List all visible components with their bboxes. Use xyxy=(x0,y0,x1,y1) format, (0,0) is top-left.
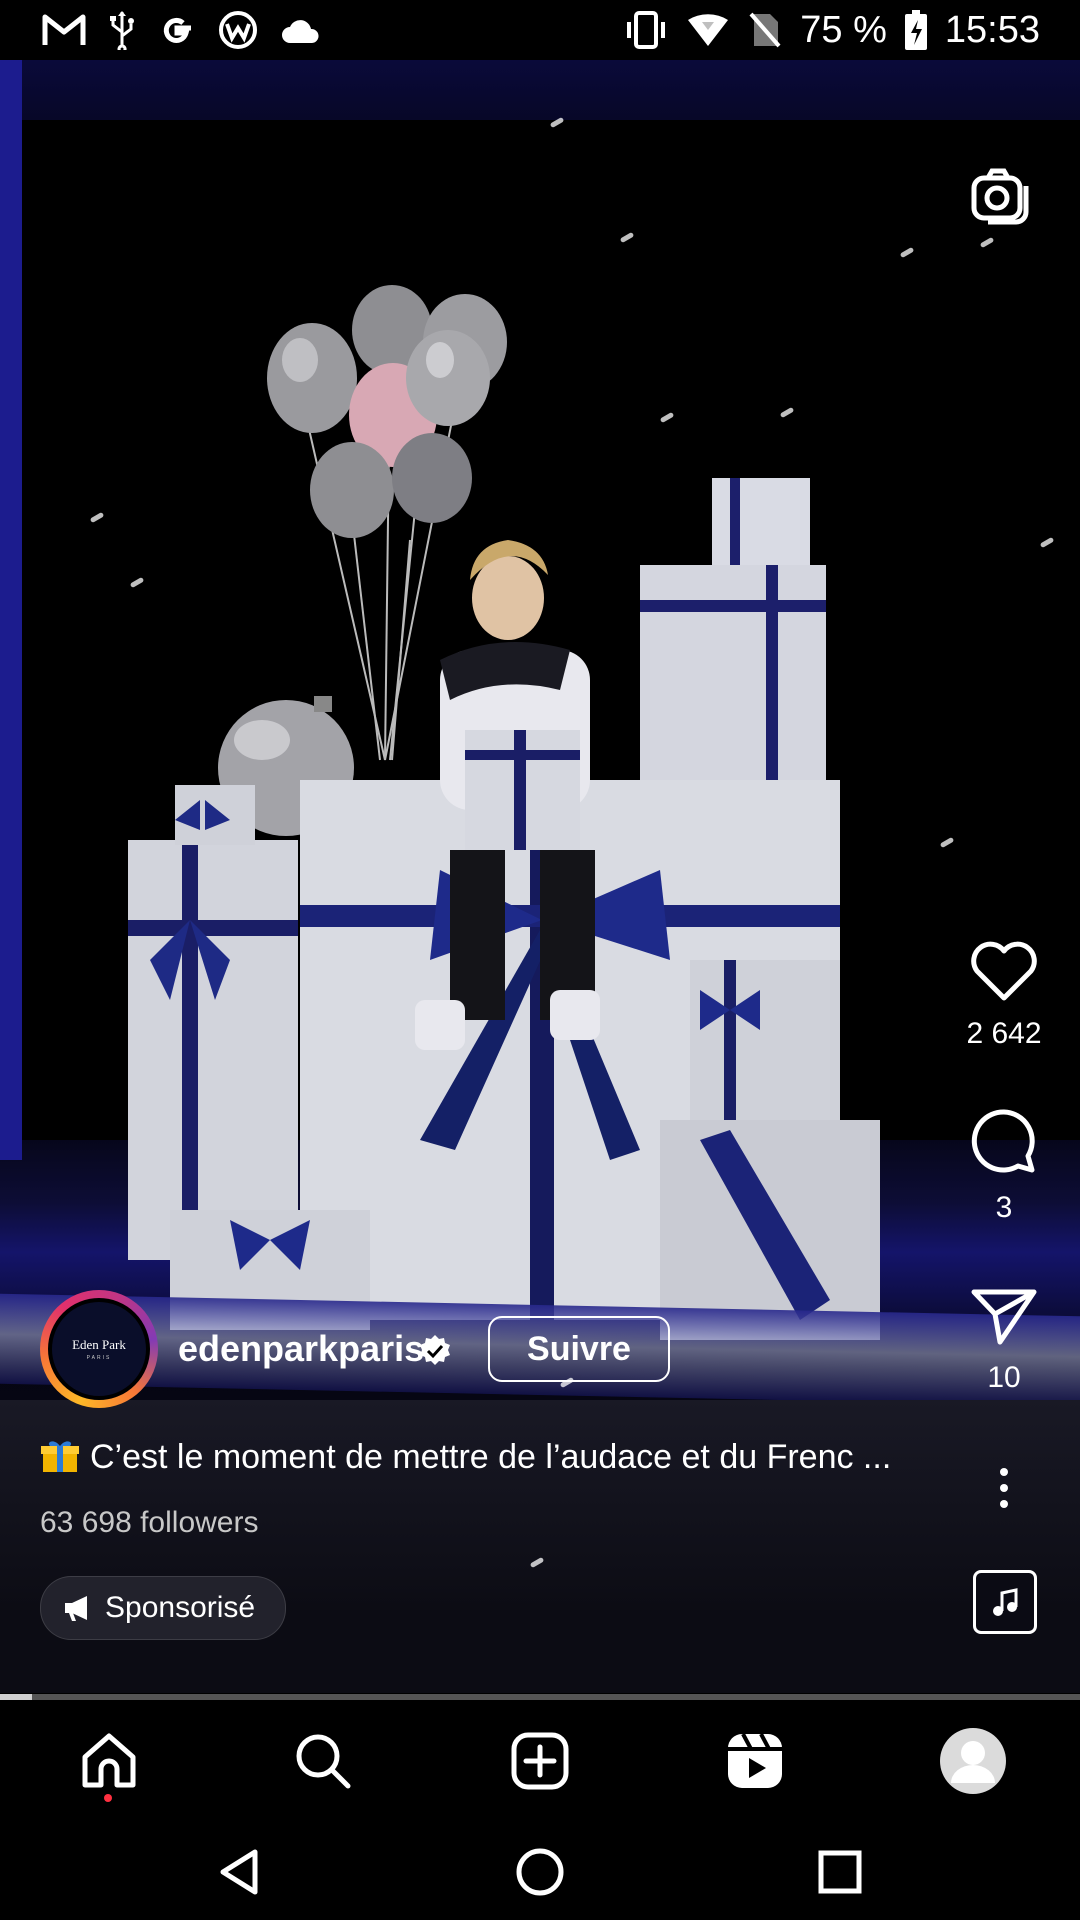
status-bar: 75 % 15:53 xyxy=(0,0,1080,60)
share-action[interactable]: 10 xyxy=(944,1286,1064,1395)
nav-create[interactable] xyxy=(505,1726,575,1796)
recents-square-icon xyxy=(818,1850,862,1894)
comment-icon[interactable] xyxy=(944,1106,1064,1181)
google-icon xyxy=(158,11,196,49)
comment-action[interactable]: 3 xyxy=(944,1106,1064,1225)
reel-caption[interactable]: C’est le moment de mettre de l’audace et… xyxy=(40,1438,940,1477)
megaphone-icon xyxy=(65,1596,87,1621)
like-count: 2 642 xyxy=(966,1017,1042,1050)
usb-icon xyxy=(108,10,136,50)
account-username[interactable]: edenparkparis xyxy=(178,1328,424,1370)
home-circle-icon xyxy=(516,1848,564,1896)
gift-emoji-icon xyxy=(41,1441,79,1472)
system-navigation xyxy=(0,1820,1080,1920)
search-icon xyxy=(296,1734,351,1789)
battery-percent: 75 % xyxy=(800,8,887,51)
profile-avatar-icon xyxy=(940,1728,1006,1794)
caption-text: C’est le moment de mettre de l’audace et… xyxy=(90,1438,892,1476)
share-count: 10 xyxy=(987,1361,1021,1394)
music-note-icon xyxy=(993,1588,1018,1616)
no-sim-icon xyxy=(748,10,782,50)
system-recents-button[interactable] xyxy=(810,1842,870,1902)
reels-icon xyxy=(728,1733,782,1788)
verified-badge-icon xyxy=(418,1334,452,1368)
system-back-button[interactable] xyxy=(210,1842,270,1902)
like-action[interactable]: 2 642 xyxy=(944,940,1064,1051)
vpn-icon xyxy=(218,10,258,50)
followers-count: 63 698 followers xyxy=(40,1506,259,1539)
heart-icon[interactable] xyxy=(944,940,1064,1007)
wifi-icon xyxy=(686,12,730,48)
cloud-icon xyxy=(280,15,322,45)
back-triangle-icon xyxy=(220,1849,258,1895)
home-notification-dot xyxy=(104,1794,112,1802)
nav-home[interactable] xyxy=(74,1726,144,1796)
bottom-navigation xyxy=(0,1700,1080,1820)
gmail-icon xyxy=(42,13,86,47)
nav-search[interactable] xyxy=(288,1726,358,1796)
nav-reels[interactable] xyxy=(720,1726,790,1796)
system-home-button[interactable] xyxy=(510,1842,570,1902)
audio-thumbnail[interactable] xyxy=(973,1570,1037,1634)
clock: 15:53 xyxy=(944,8,1040,51)
more-options-button[interactable] xyxy=(944,1466,1064,1515)
create-icon xyxy=(511,1732,569,1790)
sponsored-label: Sponsorisé xyxy=(105,1591,256,1624)
avatar: Eden Park PARIS xyxy=(48,1298,150,1400)
follow-button[interactable]: Suivre xyxy=(488,1316,670,1382)
camera-icon[interactable] xyxy=(968,164,1032,228)
avatar-brand-label: Eden Park xyxy=(72,1337,126,1352)
battery-charging-icon xyxy=(904,10,927,50)
home-icon xyxy=(82,1733,136,1788)
comment-count: 3 xyxy=(995,1191,1013,1224)
vibrate-icon xyxy=(624,10,668,50)
avatar-brand-sublabel: PARIS xyxy=(86,1355,112,1361)
account-avatar[interactable]: Eden Park PARIS xyxy=(40,1290,158,1408)
nav-profile[interactable] xyxy=(938,1726,1008,1796)
sponsored-badge[interactable]: Sponsorisé xyxy=(40,1576,287,1640)
more-vertical-icon[interactable] xyxy=(944,1466,1064,1515)
send-icon[interactable] xyxy=(944,1286,1064,1351)
